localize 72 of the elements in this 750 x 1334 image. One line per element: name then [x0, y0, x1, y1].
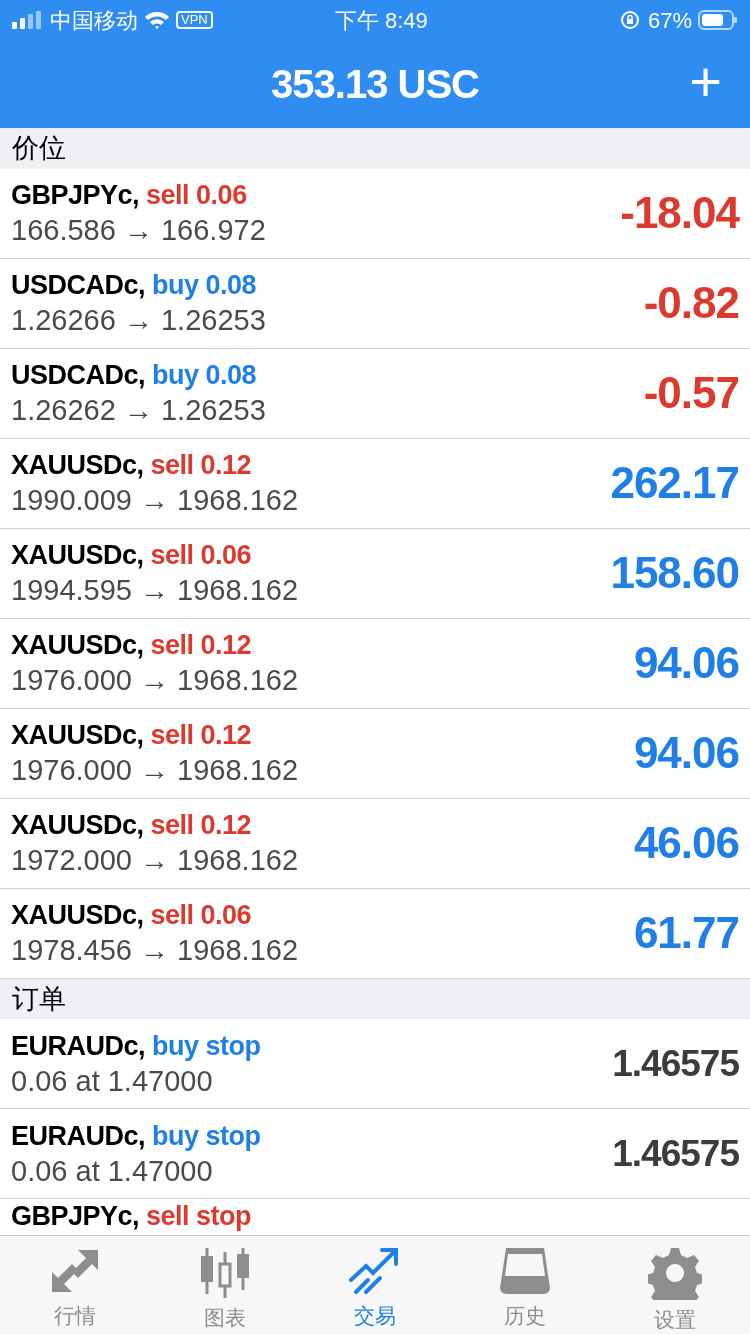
profit-value: 1.46575	[612, 1041, 739, 1086]
profit-value: 46.06	[633, 817, 739, 869]
candlestick-icon	[198, 1246, 252, 1298]
symbol-name: USDCADc,	[11, 359, 146, 392]
gear-icon	[648, 1246, 702, 1300]
profit-value: 1.46575	[612, 1131, 739, 1176]
section-header: 价位	[0, 128, 750, 169]
profit-value: 61.77	[633, 907, 739, 959]
trade-row[interactable]: XAUUSDc, sell 0.12 1976.000 → 1968.162 94.06	[0, 708, 750, 799]
rotation-lock-icon	[619, 10, 640, 30]
trade-row[interactable]: XAUUSDc, sell 0.06 1994.595 → 1968.162 158.60	[0, 528, 750, 619]
vpn-badge: VPN	[176, 11, 213, 29]
order-type: buy 0.08	[152, 269, 257, 302]
status-time: 下午 8:49	[333, 6, 429, 35]
symbol-name: GBPJPYc,	[11, 1200, 140, 1233]
wifi-icon	[144, 10, 170, 30]
profit-value: -0.82	[643, 277, 739, 329]
account-balance: 353.13 USC	[271, 61, 479, 108]
battery-percentage: 67%	[647, 6, 692, 35]
inbox-icon	[498, 1246, 552, 1296]
order-type: buy stop	[152, 1119, 261, 1153]
symbol-name: GBPJPYc,	[11, 179, 140, 212]
order-type: sell 0.12	[150, 629, 252, 662]
trade-row[interactable]: XAUUSDc, sell 0.06 1978.456 → 1968.162 61.77	[0, 888, 750, 979]
price-range: 1990.009 → 1968.162	[11, 483, 300, 518]
symbol-name: XAUUSDc,	[11, 809, 144, 842]
price-range: 1978.456 → 1968.162	[11, 933, 300, 968]
price-range: 166.586 → 166.972	[11, 213, 267, 248]
trade-row[interactable]: GBPJPYc, sell 0.06 166.586 → 166.972 -18.04	[0, 168, 750, 259]
order-type: sell 0.12	[150, 449, 252, 482]
profit-value: 94.06	[633, 727, 739, 779]
trade-row[interactable]: XAUUSDc, sell 0.12 1976.000 → 1968.162 94.06	[0, 618, 750, 709]
order-type: buy 0.08	[152, 359, 257, 392]
price-range: 1976.000 → 1968.162	[11, 663, 300, 698]
order-type: sell stop	[146, 1200, 252, 1233]
profit-value: 262.17	[610, 457, 739, 509]
symbol-name: XAUUSDc,	[11, 449, 144, 482]
order-type: sell 0.06	[150, 539, 252, 572]
tab-button[interactable]: 交易	[300, 1236, 450, 1334]
order-type: sell 0.06	[150, 899, 252, 932]
order-type: sell 0.12	[150, 809, 252, 842]
symbol-name: USDCADc,	[11, 269, 146, 302]
signal-icon	[12, 11, 42, 29]
price-range: 0.06 at 1.47000	[11, 1153, 214, 1189]
trade-row[interactable]: EURAUDc, buy stop 0.06 at 1.47000 1.46575	[0, 1019, 750, 1109]
section-header: 订单	[0, 978, 750, 1019]
symbol-name: XAUUSDc,	[11, 629, 144, 662]
profit-value: -18.04	[620, 187, 739, 239]
price-range: 0.06 at 1.47000	[11, 1063, 214, 1099]
trade-row[interactable]: XAUUSDc, sell 0.12 1990.009 → 1968.162 262.17	[0, 438, 750, 529]
symbol-name: EURAUDc,	[11, 1029, 146, 1063]
trade-row[interactable]: USDCADc, buy 0.08 1.26262 → 1.26253 -0.57	[0, 348, 750, 439]
order-type: sell 0.06	[146, 179, 247, 212]
trade-row[interactable]: XAUUSDc, sell 0.12 1972.000 → 1968.162 46.06	[0, 798, 750, 889]
profit-value: -0.57	[643, 367, 739, 419]
trade-row[interactable]: EURAUDc, buy stop 0.06 at 1.47000 1.46575	[0, 1109, 750, 1199]
trade-row[interactable]: USDCADc, buy 0.08 1.26266 → 1.26253 -0.82	[0, 258, 750, 349]
price-range: 1976.000 → 1968.162	[11, 753, 300, 788]
profit-value: 94.06	[633, 637, 739, 689]
price-range: 1.26262 → 1.26253	[11, 393, 267, 428]
order-type: buy stop	[152, 1029, 261, 1063]
order-type: sell 0.12	[150, 719, 252, 752]
price-range: 1.26266 → 1.26253	[11, 303, 267, 338]
symbol-name: XAUUSDc,	[11, 539, 144, 572]
symbol-name: XAUUSDc,	[11, 899, 144, 932]
symbol-name: EURAUDc,	[11, 1119, 146, 1153]
battery-icon	[698, 10, 738, 30]
price-range: 1972.000 → 1968.162	[11, 843, 300, 878]
symbol-name: XAUUSDc,	[11, 719, 144, 752]
profit-value: 158.60	[610, 547, 739, 599]
carrier-name: 中国移动	[50, 6, 138, 35]
price-range: 1994.595 → 1968.162	[11, 573, 300, 608]
